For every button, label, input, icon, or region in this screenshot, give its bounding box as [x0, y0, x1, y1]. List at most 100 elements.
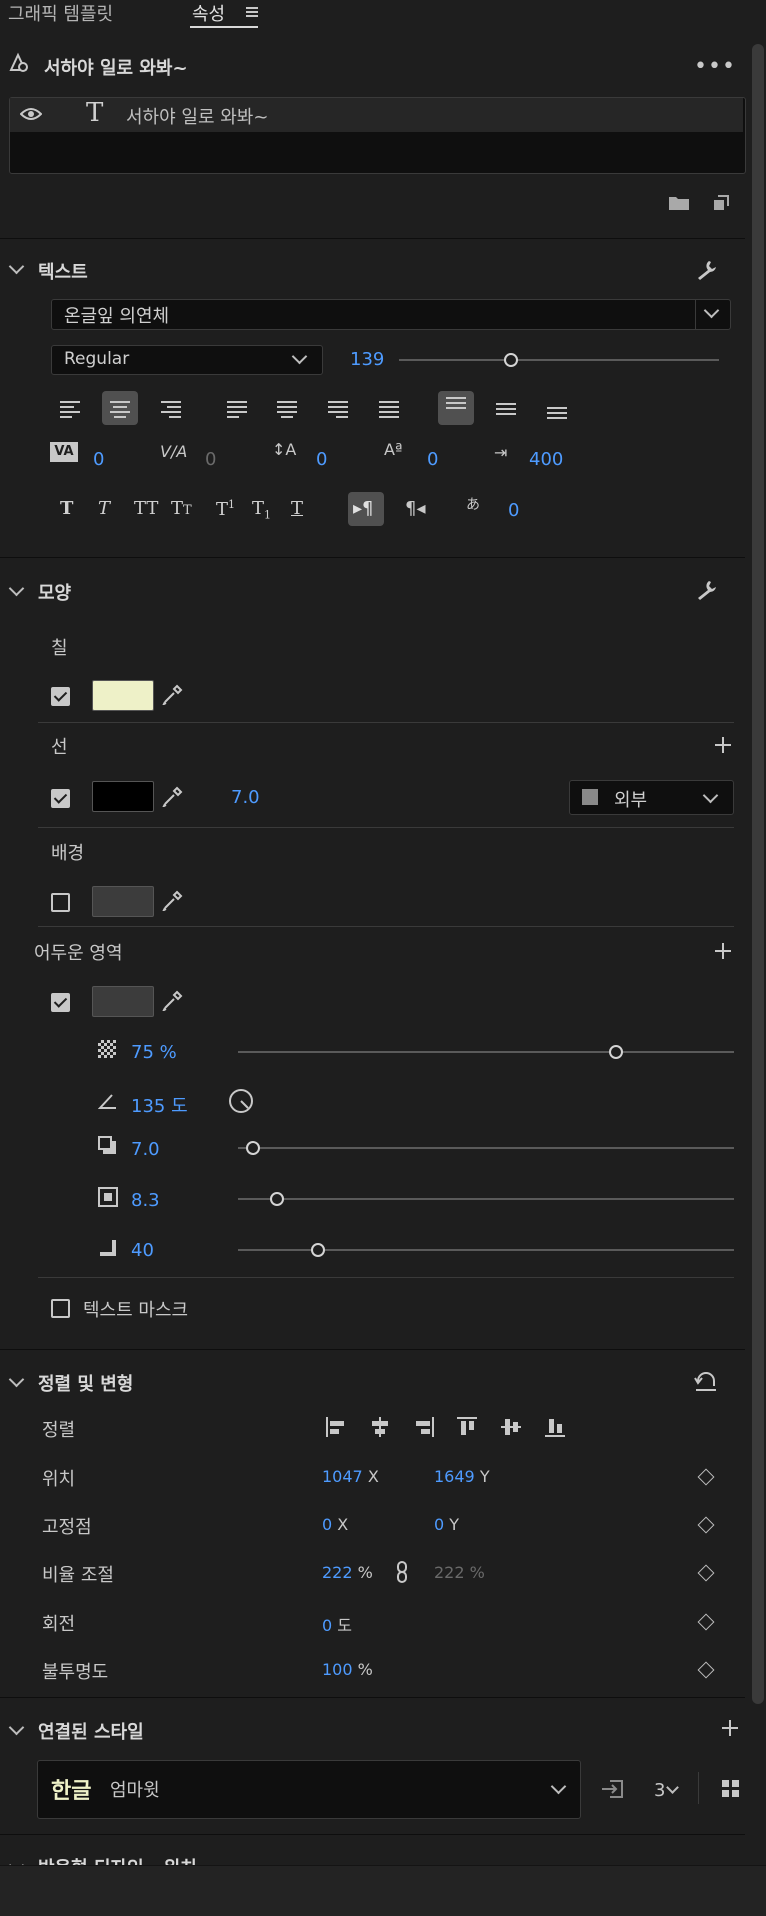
- shadow-size-slider-track[interactable]: [238, 1198, 734, 1200]
- tab-properties[interactable]: 속성: [192, 0, 225, 26]
- shadow-distance-slider-track[interactable]: [238, 1147, 734, 1149]
- shadow-distance-slider-knob[interactable]: [246, 1141, 260, 1155]
- scale-value[interactable]: 222: [322, 1563, 353, 1582]
- tsume-value[interactable]: 0: [508, 500, 519, 521]
- chevron-down-icon[interactable]: [666, 1781, 679, 1794]
- shadow-opacity-slider-track[interactable]: [238, 1051, 734, 1053]
- ltr-direction-icon[interactable]: ▸¶: [353, 498, 374, 519]
- align-left-icon[interactable]: [60, 398, 80, 421]
- angle-dial-icon[interactable]: [228, 1088, 254, 1119]
- add-stroke-icon[interactable]: [715, 737, 731, 753]
- reset-icon[interactable]: [694, 1372, 718, 1399]
- add-shadow-icon[interactable]: [715, 943, 731, 959]
- align-top-icon[interactable]: [446, 394, 466, 412]
- shadow-size-value[interactable]: 8.3: [131, 1190, 160, 1211]
- eyedropper-icon[interactable]: [161, 889, 184, 916]
- baseline-shift-value[interactable]: 0: [427, 449, 438, 470]
- text-mask-checkbox[interactable]: [51, 1299, 70, 1318]
- keyframe-diamond-icon[interactable]: [697, 1661, 715, 1679]
- rotation-value[interactable]: 0: [322, 1616, 332, 1635]
- scale-height-value[interactable]: 222 %: [434, 1563, 485, 1582]
- eye-icon[interactable]: [19, 106, 43, 127]
- align-horizontal-center-icon[interactable]: [369, 1416, 391, 1443]
- add-style-icon[interactable]: [722, 1720, 738, 1736]
- all-caps-icon[interactable]: TT: [134, 498, 158, 519]
- subscript-icon[interactable]: T1: [252, 498, 271, 522]
- wrench-icon[interactable]: [694, 258, 718, 287]
- new-group-icon[interactable]: [668, 195, 690, 216]
- justify-left-icon[interactable]: [227, 398, 247, 421]
- rtl-direction-icon[interactable]: ¶◂: [405, 498, 426, 519]
- keyframe-diamond-icon[interactable]: [697, 1516, 715, 1534]
- keyframe-diamond-icon[interactable]: [697, 1613, 715, 1631]
- stroke-color-swatch[interactable]: [92, 781, 154, 812]
- rotation[interactable]: 0 도: [322, 1612, 352, 1636]
- shadow-angle-value[interactable]: 135 도: [131, 1092, 188, 1118]
- stroke-width-value[interactable]: 7.0: [231, 787, 260, 808]
- style-count[interactable]: 3: [654, 1780, 665, 1801]
- align-right-edge-icon[interactable]: [413, 1416, 435, 1443]
- chevron-down-icon[interactable]: [8, 1719, 25, 1736]
- anchor-y-value[interactable]: 0: [434, 1515, 444, 1534]
- anchor-y[interactable]: 0 Y: [434, 1515, 459, 1534]
- stroke-checkbox[interactable]: [51, 789, 70, 808]
- small-caps-icon[interactable]: TT: [171, 498, 192, 519]
- background-color-swatch[interactable]: [92, 886, 154, 917]
- wrench-icon[interactable]: [694, 578, 718, 607]
- shadow-color-swatch[interactable]: [92, 986, 154, 1017]
- shadow-opacity-slider-knob[interactable]: [609, 1045, 623, 1059]
- tracking-value[interactable]: 0: [205, 449, 216, 470]
- scale[interactable]: 222 %: [322, 1563, 373, 1582]
- background-checkbox[interactable]: [51, 893, 70, 912]
- shadow-distance-value[interactable]: 7.0: [131, 1139, 160, 1160]
- keyframe-diamond-icon[interactable]: [697, 1564, 715, 1582]
- align-bottom-edge-icon[interactable]: [544, 1416, 566, 1443]
- align-top-edge-icon[interactable]: [456, 1416, 478, 1443]
- justify-right-icon[interactable]: [328, 398, 348, 421]
- chevron-down-icon[interactable]: [8, 1371, 25, 1388]
- position-y[interactable]: 1649 Y: [434, 1467, 490, 1486]
- eyedropper-icon[interactable]: [161, 683, 184, 710]
- new-layer-icon[interactable]: [712, 194, 730, 217]
- grid-icon[interactable]: [722, 1780, 740, 1803]
- layer-row[interactable]: [10, 98, 743, 132]
- position-x[interactable]: 1047 X: [322, 1467, 379, 1486]
- anchor-x-value[interactable]: 0: [322, 1515, 332, 1534]
- eyedropper-icon[interactable]: [161, 785, 184, 812]
- align-middle-icon[interactable]: [496, 400, 516, 418]
- shadow-size-slider-knob[interactable]: [270, 1192, 284, 1206]
- eyedropper-icon[interactable]: [161, 989, 184, 1016]
- appearance-section-title[interactable]: 모양: [38, 579, 71, 605]
- position-x-value[interactable]: 1047: [322, 1467, 363, 1486]
- font-size-value[interactable]: 139: [350, 349, 384, 370]
- superscript-icon[interactable]: T1: [216, 498, 235, 520]
- responsive-design-section-title[interactable]: 반응형 디자인 - 위치: [38, 1855, 197, 1865]
- align-bottom-icon[interactable]: [547, 404, 567, 422]
- fill-checkbox[interactable]: [51, 687, 70, 706]
- align-vertical-center-icon[interactable]: [500, 1416, 522, 1443]
- scrollbar-track[interactable]: [752, 44, 764, 1704]
- fill-color-swatch[interactable]: [92, 680, 154, 711]
- justify-all-icon[interactable]: [379, 398, 399, 421]
- shadow-checkbox[interactable]: [51, 993, 70, 1012]
- more-options-icon[interactable]: •••: [694, 54, 736, 79]
- chevron-down-icon[interactable]: [8, 1857, 25, 1865]
- justify-center-icon[interactable]: [277, 398, 297, 421]
- faux-italic-icon[interactable]: T: [98, 498, 110, 519]
- opacity-value[interactable]: 100: [322, 1660, 353, 1679]
- leading-value[interactable]: 0: [316, 449, 327, 470]
- chevron-down-icon[interactable]: [8, 580, 25, 597]
- faux-bold-icon[interactable]: T: [60, 498, 73, 519]
- font-size-slider-track[interactable]: [399, 359, 719, 361]
- kerning-value[interactable]: 0: [93, 449, 104, 470]
- linked-styles-section-title[interactable]: 연결된 스타일: [38, 1718, 144, 1744]
- shadow-opacity-value[interactable]: 75 %: [131, 1042, 177, 1063]
- layer-item-name[interactable]: 서하야 일로 와봐~: [126, 103, 268, 129]
- panel-menu-icon[interactable]: [246, 5, 258, 19]
- shadow-blur-value[interactable]: 40: [131, 1240, 154, 1261]
- align-right-icon[interactable]: [161, 398, 181, 421]
- position-y-value[interactable]: 1649: [434, 1467, 475, 1486]
- align-center-icon[interactable]: [110, 398, 130, 421]
- align-left-edge-icon[interactable]: [325, 1416, 347, 1443]
- align-transform-section-title[interactable]: 정렬 및 변형: [38, 1370, 133, 1396]
